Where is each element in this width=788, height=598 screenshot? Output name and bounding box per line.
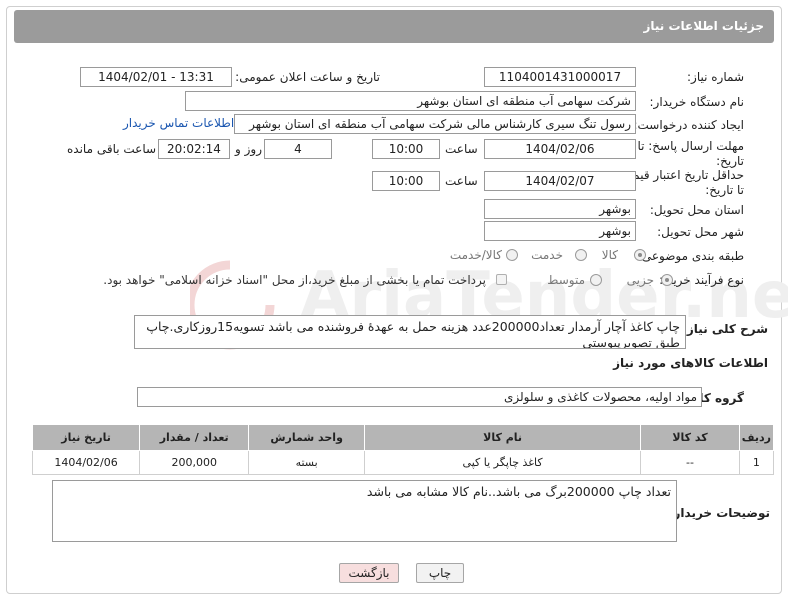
- general-desc-label: شرح کلی نیاز:: [682, 322, 768, 336]
- buyer-contact-link[interactable]: اطلاعات تماس خریدار: [123, 116, 234, 130]
- province-label: استان محل تحویل:: [649, 203, 744, 217]
- announce-field: 1404/02/01 - 13:31: [80, 67, 232, 87]
- col-header-row-number: ردیف: [738, 424, 775, 451]
- buyer-label: نام دستگاه خریدار:: [649, 95, 745, 109]
- col-header-goods-code: کد کالا: [640, 424, 740, 451]
- col-header-quantity: تعداد / مقدار: [139, 424, 250, 451]
- cell-goods-name: کاغذ چاپگر یا کپی: [363, 450, 642, 475]
- days-field: 4: [264, 139, 332, 159]
- print-button[interactable]: چاپ: [416, 563, 464, 583]
- province-field: بوشهر: [484, 199, 636, 219]
- cell-unit: بسته: [248, 450, 365, 475]
- price-validity-date-field: 1404/02/07: [484, 171, 636, 191]
- col-header-unit: واحد شمارش: [248, 424, 365, 451]
- category-option-goods-service: کالا/خدمت: [449, 248, 502, 262]
- creator-field: رسول تنگ سیری کارشناس مالی شرکت سهامی آب…: [234, 114, 636, 134]
- category-radio-service[interactable]: [575, 249, 587, 261]
- price-validity-time-label: ساعت: [445, 174, 478, 188]
- goods-info-title: اطلاعات کالاهای مورد نیاز: [613, 356, 768, 370]
- col-header-need-date: تاریخ نیاز: [31, 424, 141, 451]
- announce-label: تاریخ و ساعت اعلان عمومی:: [235, 70, 380, 84]
- city-label: شهر محل تحویل:: [657, 225, 744, 239]
- need-number-field: 1104001431000017: [484, 67, 636, 87]
- process-radio-minor[interactable]: [661, 274, 673, 286]
- table-row: 1 -- کاغذ چاپگر یا کپی بسته 200,000 1404…: [31, 450, 775, 475]
- process-radio-medium[interactable]: [590, 274, 602, 286]
- general-desc-field: چاپ کاغذ آچار آرمدار تعداد200000عدد هزین…: [134, 315, 686, 349]
- category-label: طبقه بندی موضوعی:: [637, 249, 744, 263]
- col-header-goods-name: نام کالا: [363, 424, 642, 451]
- cell-quantity: 200,000: [139, 450, 250, 475]
- cell-need-date: 1404/02/06: [31, 450, 141, 475]
- category-option-goods: کالا: [601, 248, 618, 262]
- days-label: روز و: [235, 142, 262, 156]
- table-header-row: ردیف کد کالا نام کالا واحد شمارش تعداد /…: [31, 424, 775, 451]
- deadline-date-field: 1404/02/06: [484, 139, 636, 159]
- cell-goods-code: --: [640, 450, 740, 475]
- deadline-time-label: ساعت: [445, 142, 478, 156]
- creator-label: ایجاد کننده درخواست:: [633, 118, 744, 132]
- buyer-field: شرکت سهامی آب منطقه ای استان بوشهر: [185, 91, 636, 111]
- process-option-medium: متوسط: [547, 273, 585, 287]
- city-field: بوشهر: [484, 221, 636, 241]
- page-header: جزئیات اطلاعات نیاز: [14, 10, 774, 43]
- category-radio-goods-service[interactable]: [506, 249, 518, 261]
- deadline-time-field: 10:00: [372, 139, 440, 159]
- goods-table: ردیف کد کالا نام کالا واحد شمارش تعداد /…: [31, 424, 775, 475]
- page-title: جزئیات اطلاعات نیاز: [643, 19, 764, 33]
- treasury-payment-checkbox[interactable]: [496, 274, 507, 285]
- process-option-minor: جزیی: [626, 273, 654, 287]
- cell-row-number: 1: [738, 450, 775, 475]
- need-number-label: شماره نیاز:: [687, 70, 744, 84]
- category-radio-goods[interactable]: [634, 249, 646, 261]
- price-validity-time-field: 10:00: [372, 171, 440, 191]
- remaining-label: ساعت باقی مانده: [67, 142, 157, 156]
- goods-group-field: مواد اولیه، محصولات کاغذی و سلولزی: [137, 387, 702, 407]
- buyer-notes-label: توضیحات خریدار:: [668, 506, 770, 520]
- remaining-time-field: 20:02:14: [158, 139, 230, 159]
- deadline-label: مهلت ارسال پاسخ: تا تاریخ:: [637, 139, 744, 168]
- treasury-payment-note: پرداخت تمام یا بخشی از مبلغ خرید،از محل …: [103, 273, 486, 287]
- back-button[interactable]: بازگشت: [339, 563, 399, 583]
- buyer-notes-field: تعداد چاپ 200000برگ می باشد..نام کالا مش…: [52, 480, 677, 542]
- category-option-service: خدمت: [531, 248, 563, 262]
